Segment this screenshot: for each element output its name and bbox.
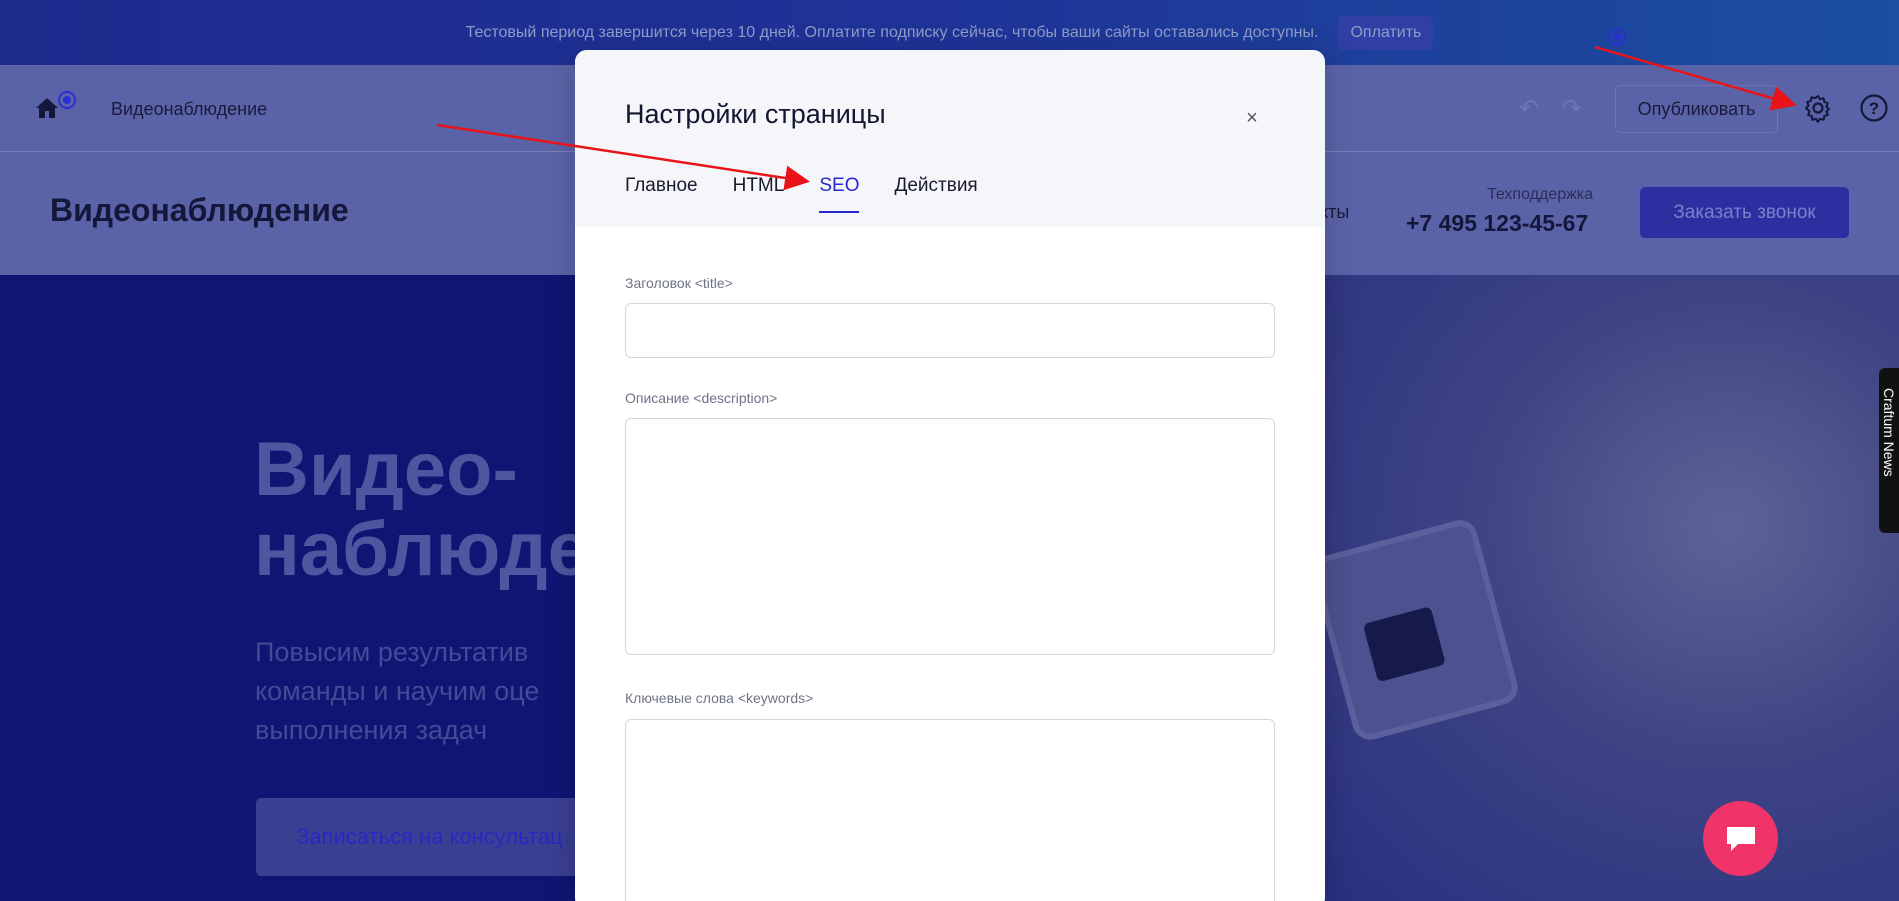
close-icon[interactable]: ×	[1240, 106, 1264, 130]
tab-html[interactable]: HTML	[733, 175, 785, 213]
news-tab-label: Craftum News	[1881, 388, 1897, 477]
help-symbol: ?	[1869, 99, 1879, 118]
help-button[interactable]: ?	[1858, 92, 1890, 124]
editor-page-title: Видеонаблюдение	[111, 99, 268, 119]
hero-title: Видео- наблюде	[254, 430, 590, 590]
chat-icon	[1726, 826, 1755, 851]
hero-subtitle-line: команды и научим оце	[255, 676, 540, 706]
modal-tabs: Главное HTML SEO Действия	[625, 175, 978, 213]
hero-title-line: Видео-	[254, 427, 518, 512]
gear-icon	[1805, 95, 1830, 123]
support-label: Техподдержка	[1487, 186, 1594, 203]
undo-icon[interactable]: ↶	[1515, 95, 1543, 123]
title-field[interactable]	[625, 303, 1275, 358]
page-settings-modal: Настройки страницы × Главное HTML SEO Де…	[575, 50, 1325, 901]
description-field[interactable]	[625, 418, 1275, 655]
tab-seo[interactable]: SEO	[819, 175, 860, 213]
hero-title-line: наблюде	[254, 507, 590, 592]
selection-marker	[58, 91, 76, 109]
title-field-label: Заголовок <title>	[625, 275, 733, 291]
callback-button[interactable]: Заказать звонок	[1640, 187, 1849, 238]
support-phone[interactable]: +7 495 123-45-67	[1406, 210, 1588, 237]
pay-button[interactable]: Оплатить	[1338, 15, 1434, 50]
modal-title: Настройки страницы	[625, 99, 886, 129]
trial-message: Тестовый период завершится через 10 дней…	[465, 23, 1319, 41]
hero-subtitle: Повысим результатив команды и научим оце…	[255, 633, 539, 750]
hero-subtitle-line: Повысим результатив	[255, 637, 529, 667]
keywords-field[interactable]	[625, 719, 1275, 901]
consultation-button[interactable]: Записаться на консультац	[256, 798, 586, 876]
hero-subtitle-line: выполнения задач	[255, 715, 488, 745]
tab-actions[interactable]: Действия	[894, 175, 977, 213]
chat-button[interactable]	[1703, 801, 1778, 876]
settings-button[interactable]	[1802, 92, 1834, 124]
modal-header: Настройки страницы × Главное HTML SEO Де…	[575, 50, 1325, 227]
help-icon: ?	[1860, 94, 1888, 122]
tab-main[interactable]: Главное	[625, 175, 698, 213]
publish-button[interactable]: Опубликовать	[1615, 85, 1778, 133]
keywords-field-label: Ключевые слова <keywords>	[625, 690, 814, 706]
selection-marker	[1608, 28, 1626, 46]
home-icon	[36, 98, 58, 118]
redo-icon[interactable]: ↷	[1558, 95, 1586, 123]
site-logo: Видеонаблюдение	[50, 192, 349, 228]
news-side-tab[interactable]: Craftum News	[1879, 368, 1899, 533]
description-field-label: Описание <description>	[625, 390, 778, 406]
